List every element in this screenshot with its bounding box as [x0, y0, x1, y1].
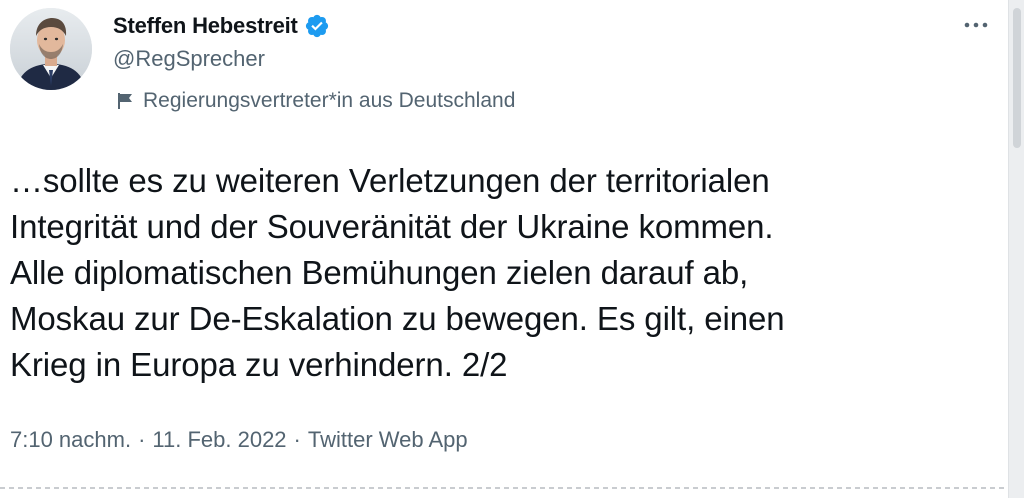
verified-badge-icon	[304, 13, 330, 39]
tweet-card: Steffen Hebestreit @RegSprecher Regierun…	[0, 0, 1008, 490]
scrollbar-thumb[interactable]	[1013, 8, 1021, 148]
tweet-time-link[interactable]: 7:10 nachm.	[10, 427, 131, 453]
meta-separator: ·	[293, 427, 301, 452]
tweet-source-link[interactable]: Twitter Web App	[308, 427, 468, 453]
government-label-text[interactable]: Regierungsvertreter*in aus Deutschland	[143, 89, 515, 113]
author-handle[interactable]: @RegSprecher	[113, 46, 265, 72]
meta-separator: ·	[138, 427, 146, 452]
scrollbar[interactable]	[1008, 0, 1024, 498]
tweet-metadata: 7:10 nachm. · 11. Feb. 2022 · Twitter We…	[10, 424, 468, 456]
government-label[interactable]: Regierungsvertreter*in aus Deutschland	[115, 87, 515, 115]
avatar-image	[10, 8, 92, 90]
more-options-button[interactable]	[958, 12, 994, 38]
tweet-text: …sollte es zu weiteren Verletzungen der …	[10, 162, 785, 383]
bottom-border	[0, 482, 1008, 490]
flag-icon	[115, 91, 135, 111]
tweet-date-link[interactable]: 11. Feb. 2022	[152, 427, 286, 453]
author-display-name[interactable]: Steffen Hebestreit	[113, 13, 298, 39]
more-dots-icon	[964, 22, 988, 28]
avatar[interactable]	[10, 8, 92, 90]
author-name-row[interactable]: Steffen Hebestreit	[113, 12, 330, 40]
